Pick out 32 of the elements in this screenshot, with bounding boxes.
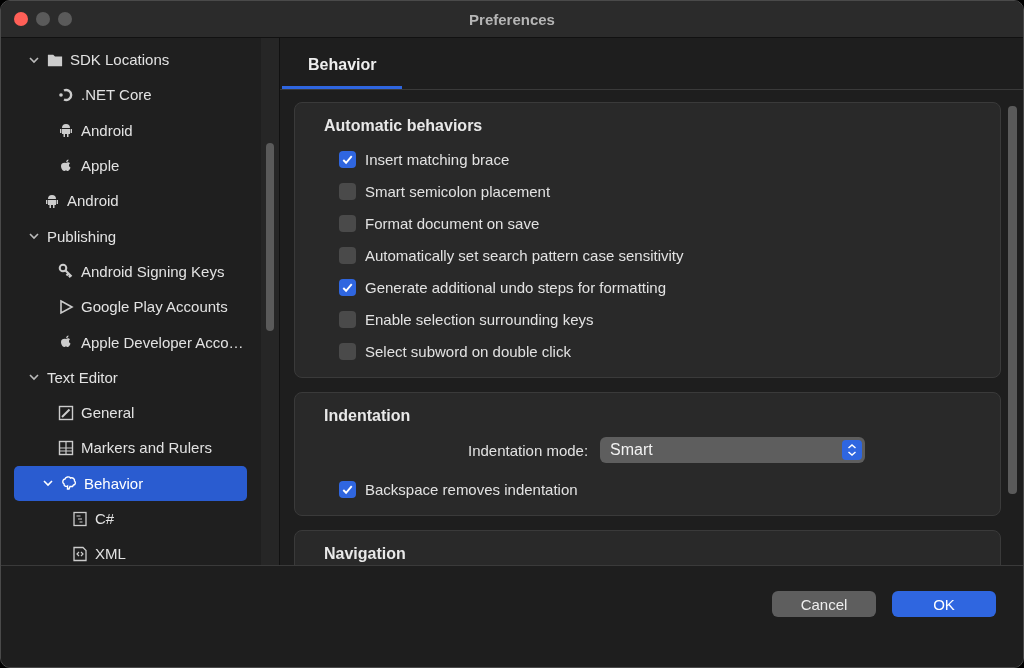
window-title: Preferences [469, 10, 555, 28]
checkbox-option[interactable]: Enable selection surrounding keys [324, 303, 980, 335]
checkbox-option[interactable]: Select subword on double click [324, 335, 980, 367]
sidebar-item[interactable]: Android Signing Keys [14, 253, 247, 290]
sidebar-item[interactable]: Publishing [14, 218, 247, 254]
sidebar-item[interactable]: Markers and Rulers [14, 430, 247, 466]
ok-button[interactable]: OK [892, 591, 996, 617]
sidebar-item[interactable]: .NET Core [14, 77, 247, 113]
cancel-button[interactable]: Cancel [772, 591, 876, 617]
checkbox-option[interactable]: Format document on save [324, 207, 980, 239]
field-label: Indentation mode: [468, 441, 589, 459]
sidebar-item[interactable]: SDK Locations [14, 42, 247, 78]
section-heading: Automatic behaviors [324, 117, 484, 135]
sidebar-item[interactable]: Android [14, 183, 247, 219]
checkbox-option[interactable]: Insert matching brace [324, 143, 980, 175]
sidebar-item[interactable]: Text Editor [14, 359, 247, 395]
sidebar-item[interactable]: Apple [14, 147, 247, 184]
sidebar-item[interactable]: Apple Developer Acco… [14, 324, 247, 360]
sidebar-item[interactable]: Behavior [14, 465, 247, 501]
tab[interactable]: Behavior [282, 56, 403, 89]
section-heading: Indentation [324, 407, 412, 425]
section-heading: Navigation [324, 545, 407, 563]
checkbox-option[interactable]: Smart semicolon placement [324, 175, 980, 207]
sidebar-item[interactable]: XML [14, 536, 247, 565]
checkbox-option[interactable]: Automatically set search pattern case sensitivity [324, 239, 980, 271]
checkbox-option[interactable]: Backspace removes indentation [324, 473, 980, 505]
checkbox-option[interactable]: Generate additional undo steps for formatting [324, 271, 980, 303]
sidebar-item[interactable]: Google Play Accounts [14, 289, 247, 325]
sidebar-item[interactable]: C# [14, 500, 247, 537]
indentation-mode-dropdown[interactable]: Smart [600, 437, 866, 463]
sidebar-item[interactable]: Android [14, 112, 247, 148]
sidebar-item[interactable]: General [14, 394, 247, 431]
